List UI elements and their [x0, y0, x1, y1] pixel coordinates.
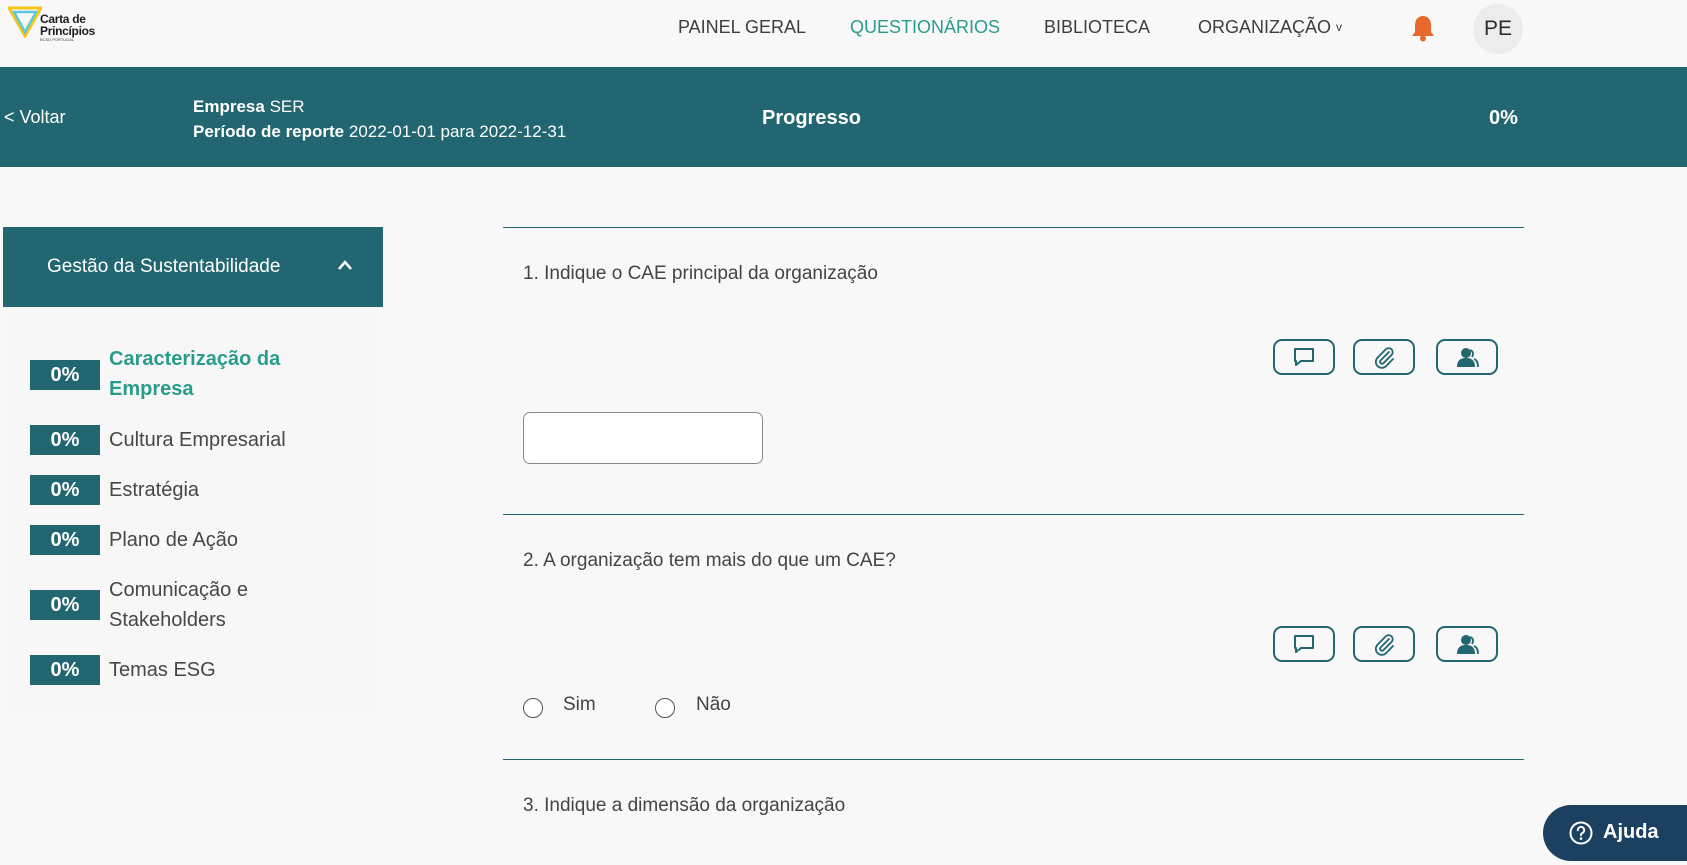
- attach-icon: [1375, 347, 1394, 369]
- period-value: 2022-01-01 para 2022-12-31: [348, 122, 567, 141]
- back-link[interactable]: < Voltar: [4, 107, 66, 128]
- sidebar-item-label: Caracterização da Empresa: [109, 348, 281, 400]
- radio-nao-label[interactable]: Não: [696, 694, 731, 716]
- sidebar-item-label: Estratégia: [109, 479, 200, 501]
- attach-icon: [1375, 634, 1394, 656]
- question-circle-icon: [1569, 821, 1593, 845]
- attach-button[interactable]: [1353, 339, 1415, 375]
- assign-user-icon: [1457, 635, 1479, 655]
- comment-button[interactable]: [1273, 626, 1335, 662]
- header-band: < Voltar Empresa SER Período de reporte …: [0, 67, 1687, 167]
- progress-badge: 0%: [30, 525, 100, 555]
- progress-badge: 0%: [30, 360, 100, 390]
- assign-user-button[interactable]: [1436, 626, 1498, 662]
- cae-input[interactable]: [523, 412, 763, 464]
- attach-button[interactable]: [1353, 626, 1415, 662]
- nav-painel-geral[interactable]: PAINEL GERAL: [678, 17, 806, 38]
- question-2-text: 2. A organização tem mais do que um CAE?: [523, 550, 896, 571]
- logo-mark: [8, 6, 42, 38]
- company-line: Empresa SER: [193, 94, 566, 119]
- bell-icon[interactable]: [1410, 14, 1436, 42]
- top-navigation: Carta de Princípios BCSD PORTUGAL PAINEL…: [0, 0, 1687, 62]
- comment-icon: [1294, 348, 1314, 366]
- progress-badge: 0%: [30, 590, 100, 620]
- logo[interactable]: Carta de Princípios BCSD PORTUGAL: [8, 6, 100, 50]
- sidebar-section-title: Gestão da Sustentabilidade: [47, 256, 281, 277]
- sidebar-section-header[interactable]: Gestão da Sustentabilidade: [3, 227, 383, 307]
- radio-nao[interactable]: [655, 698, 675, 718]
- progress-badge: 0%: [30, 475, 100, 505]
- divider: [503, 759, 1524, 760]
- logo-text: Carta de Princípios: [40, 13, 95, 37]
- divider: [503, 514, 1524, 515]
- nav-biblioteca[interactable]: BIBLIOTECA: [1044, 17, 1150, 38]
- divider: [503, 227, 1524, 228]
- assign-user-button[interactable]: [1436, 339, 1498, 375]
- nav-organizacao-label: ORGANIZAÇÃO: [1198, 17, 1332, 37]
- company-value: SER: [269, 97, 305, 116]
- period-label: Período de reporte: [193, 122, 345, 141]
- comment-button[interactable]: [1273, 339, 1335, 375]
- company-label: Empresa: [193, 97, 265, 116]
- question-3-text: 3. Indique a dimensão da organização: [523, 795, 846, 816]
- period-line: Período de reporte 2022-01-01 para 2022-…: [193, 119, 566, 144]
- nav-organizacao[interactable]: ORGANIZAÇÃO v: [1198, 17, 1342, 38]
- sidebar-item-label: Comunicação e Stakeholders: [109, 579, 248, 631]
- sidebar-item-estrategia[interactable]: 0% Estratégia: [30, 475, 370, 505]
- radio-sim[interactable]: [523, 698, 543, 718]
- company-info: Empresa SER Período de reporte 2022-01-0…: [193, 94, 566, 144]
- sidebar-item-plano-acao[interactable]: 0% Plano de Ação: [30, 525, 370, 555]
- avatar[interactable]: PE: [1473, 4, 1523, 54]
- progress-badge: 0%: [30, 425, 100, 455]
- sidebar-item-caracterizacao[interactable]: 0% Caracterização da Empresa: [30, 348, 370, 418]
- logo-text-line-2: Princípios: [40, 24, 96, 38]
- sidebar-item-label: Plano de Ação: [109, 529, 238, 551]
- radio-sim-label[interactable]: Sim: [563, 694, 596, 716]
- help-label: Ajuda: [1603, 821, 1659, 843]
- assign-user-icon: [1457, 348, 1479, 368]
- sidebar-item-temas-esg[interactable]: 0% Temas ESG: [30, 655, 370, 685]
- chevron-down-icon: v: [1336, 20, 1343, 34]
- sidebar-item-cultura[interactable]: 0% Cultura Empresarial: [30, 425, 370, 455]
- help-button[interactable]: Ajuda: [1543, 805, 1687, 861]
- progress-value: 0%: [1489, 107, 1518, 129]
- sidebar-item-comunicacao[interactable]: 0% Comunicação e Stakeholders: [30, 579, 370, 650]
- question-1-text: 1. Indique o CAE principal da organizaçã…: [523, 263, 878, 284]
- nav-questionarios[interactable]: QUESTIONÁRIOS: [850, 17, 1000, 38]
- sidebar-item-label: Temas ESG: [109, 659, 216, 681]
- logo-subtext: BCSD PORTUGAL: [40, 37, 75, 42]
- progress-badge: 0%: [30, 655, 100, 685]
- sidebar-item-label: Cultura Empresarial: [109, 429, 286, 451]
- progress-label: Progresso: [762, 107, 861, 129]
- chevron-up-icon: [338, 260, 352, 270]
- comment-icon: [1294, 635, 1314, 653]
